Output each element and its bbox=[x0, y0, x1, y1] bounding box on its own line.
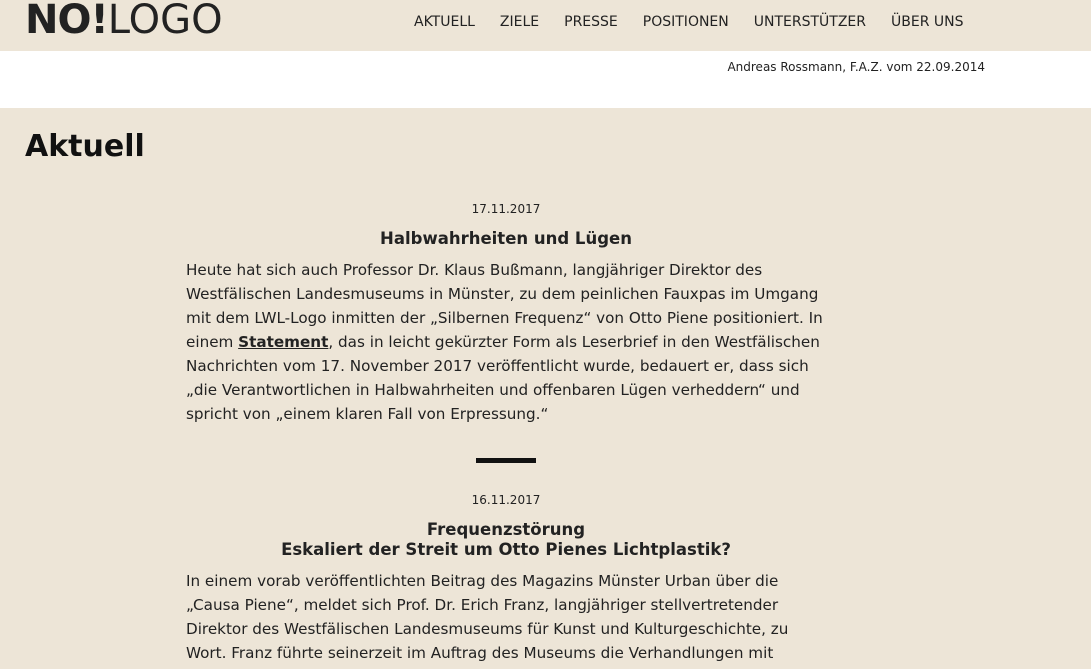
logo-no: NO bbox=[25, 0, 91, 43]
nav-item-unterstuetzer[interactable]: UNTERSTÜTZER bbox=[754, 12, 866, 32]
article-divider bbox=[476, 458, 536, 463]
site-header: NO! LOGO AKTUELL ZIELE PRESSE POSITIONEN … bbox=[0, 0, 1091, 51]
nav-item-positionen[interactable]: POSITIONEN bbox=[643, 12, 729, 32]
article-2: 16.11.2017 Frequenzstörung Eskaliert der… bbox=[186, 492, 826, 665]
article-body: In einem vorab veröffentlichten Beitrag … bbox=[186, 572, 789, 662]
article-headline[interactable]: Halbwahrheiten und Lügen bbox=[186, 229, 826, 249]
nav-item-ziele[interactable]: ZIELE bbox=[500, 12, 539, 32]
logo-text: LOGO bbox=[107, 0, 223, 43]
statement-link[interactable]: Statement bbox=[238, 333, 328, 351]
nav-item-aktuell[interactable]: AKTUELL bbox=[414, 12, 475, 32]
nav-item-presse[interactable]: PRESSE bbox=[564, 12, 618, 32]
main-nav: AKTUELL ZIELE PRESSE POSITIONEN UNTERSTÜ… bbox=[414, 12, 963, 32]
page-title: Aktuell bbox=[25, 129, 145, 164]
article-headline-line2[interactable]: Eskaliert der Streit um Otto Pienes Lich… bbox=[281, 540, 731, 559]
logo-exclamation: ! bbox=[90, 0, 108, 43]
article-headline[interactable]: Frequenzstörung Eskaliert der Streit um … bbox=[186, 520, 826, 560]
article-date: 16.11.2017 bbox=[471, 493, 541, 507]
article-date: 17.11.2017 bbox=[471, 202, 541, 216]
quote-source: Andreas Rossmann, F.A.Z. vom 22.09.2014 bbox=[727, 60, 985, 74]
quote-strip: Andreas Rossmann, F.A.Z. vom 22.09.2014 bbox=[0, 51, 1091, 108]
nav-item-ueber-uns[interactable]: ÜBER UNS bbox=[891, 12, 963, 32]
article-headline-line1[interactable]: Halbwahrheiten und Lügen bbox=[380, 229, 632, 248]
article-1: 17.11.2017 Halbwahrheiten und Lügen Heut… bbox=[186, 201, 826, 426]
article-body: Heute hat sich auch Professor Dr. Klaus … bbox=[186, 258, 826, 426]
article-headline-line1[interactable]: Frequenzstörung bbox=[427, 520, 585, 539]
site-logo[interactable]: NO! LOGO bbox=[25, 0, 223, 42]
